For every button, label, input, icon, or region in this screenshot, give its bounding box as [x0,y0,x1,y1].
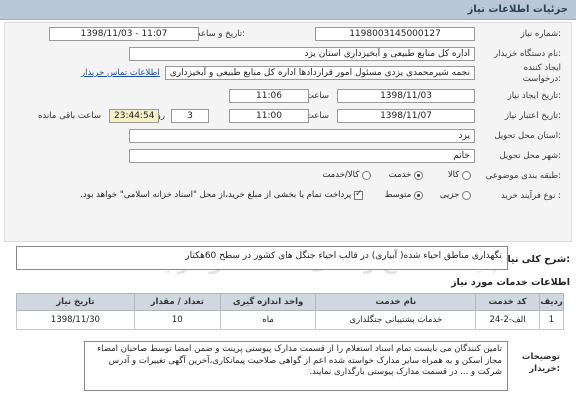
cell-unit: ماه [219,310,317,330]
details-panel: شماره نیاز: 1198003145000127 تاریخ و ساع… [4,22,572,242]
deadline-time-field: 11:00 [229,109,309,123]
buyer-notes-text: تامین کنندگان می بایست تمام اسناد استعلا… [84,341,508,391]
deadline-date-field: 1398/11/07 [337,109,475,123]
remaining-label: ساعت باقی مانده [37,111,101,121]
province-field: یزد [129,129,475,143]
need-number-field: 1198003145000127 [315,27,475,41]
created-time-field: 11:06 [229,89,309,103]
creator-label-line2: درخواست: [522,74,561,84]
col-name: نام خدمت [315,293,477,311]
services-title: اطلاعات خدمات مورد نیاز [451,277,570,288]
buyer-notes-label-line1: توضیحات [521,352,560,362]
category-option-service[interactable]: خدمت [389,170,423,181]
purchase-option-minor[interactable]: جزیی [440,190,471,201]
col-qty: تعداد / مقدار [133,293,221,311]
radio-icon[interactable] [462,190,471,200]
contact-buyer-link[interactable]: اطلاعات تماس خریدار [81,68,160,78]
cell-qty: 10 [133,310,221,330]
announce-field: 1398/11/03 - 11:07 [49,27,199,41]
purchase-type-label: نوع فرآیند خرید : [500,191,561,201]
cell-name: خدمات پشتیبانی جنگلداری [315,310,477,330]
cell-code: الف-2-24 [475,310,541,330]
created-time-label: ساعت [305,91,329,101]
deadline-label: تاریخ اعتبار نیاز: [504,111,561,121]
city-label: شهر محل تحویل: [499,151,561,161]
creator-field: نجمه شیرمحمدی یزدی مسئول امور قراردادها … [165,66,475,80]
services-header-row: ردیف کد خدمت نام خدمت واحد اندازه گیری ت… [16,293,564,311]
city-field: خاتم [129,149,475,163]
created-date-label: تاریخ ایجاد نیاز: [507,91,561,101]
col-date: تاریخ نیاز [16,293,135,311]
creator-label-line1: ایجاد کننده [523,63,561,73]
radio-icon[interactable] [462,170,471,180]
col-index: ردیف [539,293,564,311]
remaining-time-field: 23:44:54 [109,109,159,123]
days-remaining-field: 3 [171,109,209,123]
summary-text: نگهداری مناطق احیاء شده( آبیاری) در قالب… [16,246,508,270]
created-date-field: 1398/11/03 [337,89,475,103]
buyer-label: نام دستگاه خریدار: [494,49,561,59]
col-code: کد خدمت [475,293,541,311]
page-header: جزئیات اطلاعات نیاز [0,0,576,20]
page-title: جزئیات اطلاعات نیاز [467,4,568,15]
buyer-field: اداره کل منابع طبیعی و آبخیزداری استان ی… [129,47,475,61]
cell-index: 1 [539,310,564,330]
treasury-payment-checkbox[interactable]: پرداخت تمام یا بخشی از مبلغ خرید،از محل … [80,189,363,201]
col-unit: واحد اندازه گیری [219,293,317,311]
cell-date: 1398/11/30 [16,310,135,330]
province-label: استان محل تحویل: [494,131,561,141]
buyer-notes-label-line2: خریدار: [529,364,560,374]
category-label: طبقه بندی موضوعی: [485,171,561,181]
radio-icon[interactable] [414,190,423,200]
checkbox-icon[interactable] [354,189,363,200]
category-option-goods[interactable]: کالا [448,170,471,181]
radio-icon[interactable] [362,170,371,180]
services-table: ردیف کد خدمت نام خدمت واحد اندازه گیری ت… [16,293,564,330]
table-row: 1 الف-2-24 خدمات پشتیبانی جنگلداری ماه 1… [16,310,564,330]
purchase-option-medium[interactable]: متوسط [385,190,423,201]
need-number-label: شماره نیاز: [520,29,561,39]
summary-label: شرح کلی نیاز: [501,254,570,265]
deadline-time-label: ساعت [305,111,329,121]
category-option-goods-service[interactable]: کالا/خدمت [322,170,371,181]
radio-icon[interactable] [414,170,423,180]
